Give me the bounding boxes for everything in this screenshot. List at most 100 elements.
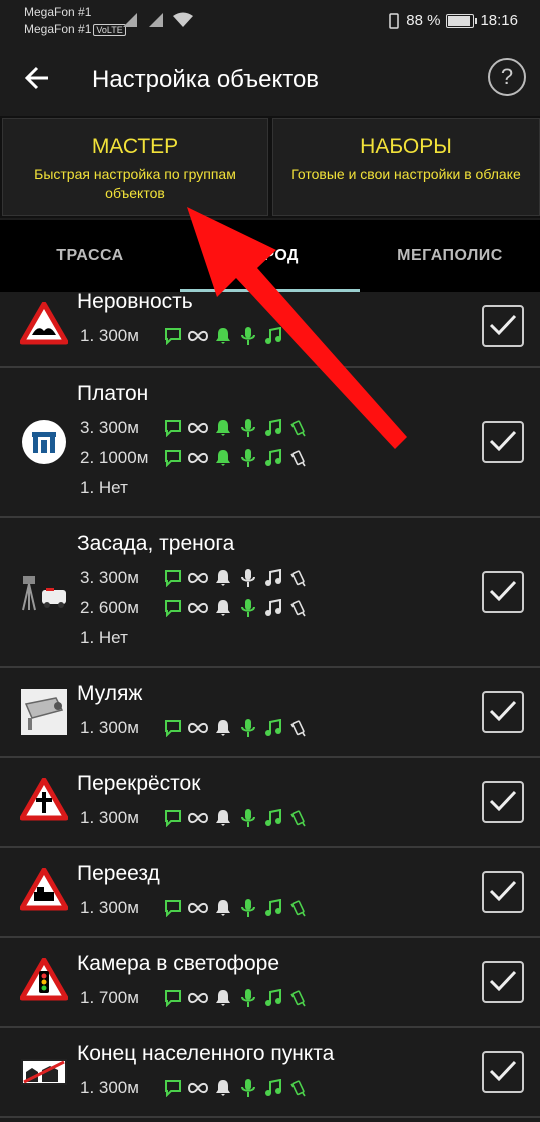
music-icon — [260, 806, 285, 830]
bell-icon — [210, 566, 235, 590]
signal-icon — [123, 13, 137, 27]
check-icon — [489, 314, 517, 336]
message-icon — [160, 716, 185, 740]
list-item[interactable]: Муляж 1. 300м — [0, 668, 540, 758]
distance-line: 3. 300м — [80, 415, 310, 441]
vibrate-icon — [285, 566, 310, 590]
distance-line: 2. 1000м — [80, 445, 310, 471]
presets-card[interactable]: НАБОРЫ Готовые и свои настройки в облаке — [272, 118, 540, 216]
wizard-card[interactable]: МАСТЕР Быстрая настройка по группам объе… — [2, 118, 268, 216]
infinity-icon — [185, 896, 210, 920]
mic-icon — [235, 566, 260, 590]
infinity-icon — [185, 416, 210, 440]
bell-icon — [210, 324, 235, 348]
bell-icon — [210, 896, 235, 920]
item-name: Перекрёсток — [77, 772, 201, 795]
distance-label: 1. 300м — [80, 1078, 139, 1097]
list-item[interactable]: Перекрёсток 1. 300м — [0, 758, 540, 848]
distance-label: 2. 600м — [80, 598, 139, 617]
infinity-icon — [185, 716, 210, 740]
enable-checkbox[interactable] — [482, 781, 524, 823]
distance-line: 1. 700м — [80, 985, 310, 1011]
distance-label: 1. 300м — [80, 808, 139, 827]
battery-percent: 88 % — [406, 12, 441, 29]
enable-checkbox[interactable] — [482, 961, 524, 1003]
infinity-icon — [185, 986, 210, 1010]
distance-line: 1. Нет — [80, 625, 160, 651]
message-icon — [160, 986, 185, 1010]
enable-checkbox[interactable] — [482, 305, 524, 347]
distance-line: 1. 300м — [80, 1075, 310, 1101]
item-name: Конец населенного пункта — [77, 1042, 335, 1065]
clock: 18:16 — [480, 12, 518, 29]
list-item[interactable]: Переезд 1. 300м — [0, 848, 540, 938]
list-item[interactable]: Платон 3. 300м 2. 1000м 1. Нет — [0, 368, 540, 518]
music-icon — [260, 986, 285, 1010]
distance-line: 3. 300м — [80, 565, 310, 591]
enable-checkbox[interactable] — [482, 1051, 524, 1093]
vibrate-icon — [389, 12, 399, 29]
item-name: Неровность — [77, 292, 193, 313]
volte-badge: VoLTE — [93, 24, 126, 36]
distance-line: 1. Нет — [80, 475, 160, 501]
wifi-icon — [173, 12, 193, 27]
infinity-icon — [185, 1076, 210, 1100]
check-icon — [489, 700, 517, 722]
check-icon — [489, 580, 517, 602]
message-icon — [160, 446, 185, 470]
vibrate-icon — [285, 986, 310, 1010]
distance-label: 1. Нет — [80, 478, 128, 497]
infinity-icon — [185, 596, 210, 620]
distance-label: 1. 300м — [80, 718, 139, 737]
message-icon — [160, 416, 185, 440]
bell-icon — [210, 806, 235, 830]
vibrate-icon — [285, 596, 310, 620]
infinity-icon — [185, 806, 210, 830]
vibrate-icon — [285, 416, 310, 440]
distance-label: 3. 300м — [80, 418, 139, 437]
enable-checkbox[interactable] — [482, 571, 524, 613]
tab-highway[interactable]: ТРАССА — [0, 220, 180, 292]
battery-fill — [448, 15, 470, 26]
distance-label: 3. 300м — [80, 568, 139, 587]
bell-icon — [210, 1076, 235, 1100]
mic-icon — [235, 986, 260, 1010]
bump-warning-icon — [19, 301, 69, 350]
vibrate-icon — [285, 324, 310, 348]
wizard-card-subtitle: Быстрая настройка по группам объектов — [34, 166, 236, 201]
music-icon — [260, 324, 285, 348]
check-icon — [489, 430, 517, 452]
wizard-card-title: МАСТЕР — [91, 135, 179, 158]
back-arrow-icon[interactable] — [24, 64, 52, 92]
vibrate-icon — [285, 806, 310, 830]
traffic-light-warning-icon — [19, 957, 69, 1006]
check-icon — [489, 970, 517, 992]
tab-megapolis[interactable]: МЕГАПОЛИС — [360, 220, 540, 292]
mic-icon — [235, 716, 260, 740]
list-item[interactable]: Конец населенного пункта 1. 300м — [0, 1028, 540, 1118]
operator-1: MegaFon #1 — [24, 5, 92, 19]
bell-icon — [210, 446, 235, 470]
music-icon — [260, 566, 285, 590]
infinity-icon — [185, 324, 210, 348]
list-item[interactable]: Неровность 1. 300м — [0, 292, 540, 368]
operator-2: MegaFon #1 VoLTE — [24, 22, 126, 36]
mic-icon — [235, 1076, 260, 1100]
list-item[interactable]: Камера в светофоре 1. 700м — [0, 938, 540, 1028]
enable-checkbox[interactable] — [482, 871, 524, 913]
message-icon — [160, 596, 185, 620]
check-icon — [489, 1060, 517, 1082]
tab-city[interactable]: ГОРОД — [180, 220, 360, 292]
music-icon — [260, 716, 285, 740]
enable-checkbox[interactable] — [482, 691, 524, 733]
item-name: Платон — [77, 382, 149, 405]
vibrate-icon — [285, 716, 310, 740]
battery-icon — [446, 13, 478, 28]
bell-icon — [210, 596, 235, 620]
tab-bar: ТРАССА ГОРОД МЕГАПОЛИС — [0, 220, 540, 292]
help-icon[interactable]: ? — [488, 58, 526, 96]
list-item[interactable]: Засада, тренога 3. 300м 2. 600м 1. Нет — [0, 518, 540, 668]
enable-checkbox[interactable] — [482, 421, 524, 463]
page-title: Настройка объектов — [92, 66, 320, 93]
dummy-camera-icon — [20, 688, 68, 736]
